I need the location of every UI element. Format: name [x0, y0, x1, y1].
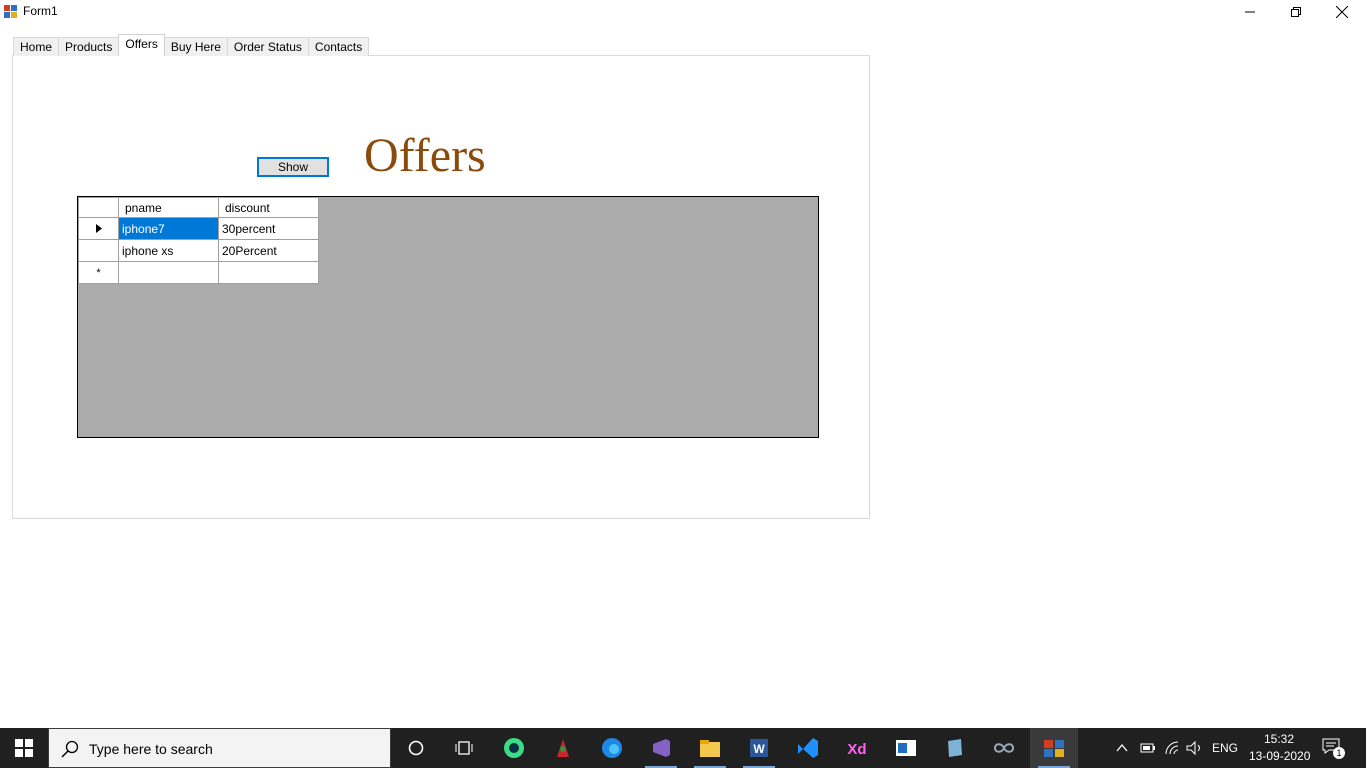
cell-pname[interactable]: iphone7	[118, 217, 219, 240]
app-infinity-taskbar-icon[interactable]	[980, 728, 1028, 768]
volume-icon[interactable]	[1186, 740, 1204, 756]
close-button[interactable]	[1319, 0, 1365, 24]
cortana-circle-icon	[408, 740, 424, 756]
task-view-button[interactable]	[440, 728, 488, 768]
form1-taskbar-icon[interactable]	[1030, 728, 1078, 768]
tab-contacts[interactable]: Contacts	[307, 37, 370, 56]
chevron-up-icon[interactable]	[1116, 742, 1128, 754]
clock-time[interactable]: 15:32	[1264, 732, 1294, 746]
cortana-button[interactable]	[392, 728, 440, 768]
edge-taskbar-icon[interactable]	[588, 728, 636, 768]
cell-discount-new[interactable]	[218, 261, 319, 284]
tab-products[interactable]: Products	[58, 37, 120, 56]
task-view-icon	[455, 741, 473, 755]
search-icon	[61, 740, 79, 758]
notification-center-button[interactable]: 1	[1322, 738, 1345, 759]
window-title: Form1	[23, 4, 58, 18]
clock-date[interactable]: 13-09-2020	[1249, 749, 1310, 763]
tab-buy-here[interactable]: Buy Here	[163, 37, 228, 56]
minimize-icon	[1245, 11, 1255, 13]
offers-data-grid[interactable]: pname discount iphone7 30percent iphone …	[77, 196, 819, 438]
visual-studio-taskbar-icon[interactable]	[637, 728, 685, 768]
column-header-discount[interactable]: discount	[218, 197, 319, 218]
close-icon	[1336, 6, 1348, 18]
language-indicator[interactable]: ENG	[1212, 741, 1238, 755]
windows-logo-icon	[15, 739, 33, 757]
row-header[interactable]	[78, 239, 119, 262]
svg-text:Xd: Xd	[847, 741, 866, 758]
search-placeholder: Type here to search	[89, 741, 213, 757]
taskbar-search-box[interactable]: Type here to search	[48, 728, 391, 768]
file-explorer-taskbar-icon[interactable]	[686, 728, 734, 768]
taskbar: Type here to search W Xd ENG 15:32 13-09…	[0, 728, 1366, 768]
svg-text:W: W	[753, 742, 765, 756]
tab-offers[interactable]: Offers	[118, 34, 165, 56]
vscode-taskbar-icon[interactable]	[784, 728, 832, 768]
cell-pname[interactable]: iphone xs	[118, 239, 219, 262]
cell-pname-new[interactable]	[118, 261, 219, 284]
cell-discount[interactable]: 30percent	[218, 217, 319, 240]
cell-discount[interactable]: 20Percent	[218, 239, 319, 262]
adobe-xd-taskbar-icon[interactable]: Xd	[833, 728, 881, 768]
show-button[interactable]: Show	[257, 157, 329, 177]
grid-table: pname discount iphone7 30percent iphone …	[78, 197, 319, 284]
window-titlebar: Form1	[0, 0, 1366, 24]
start-button[interactable]	[0, 728, 48, 768]
column-header-pname[interactable]: pname	[118, 197, 219, 218]
word-taskbar-icon[interactable]: W	[735, 728, 783, 768]
show-button-label: Show	[277, 160, 309, 174]
current-row-arrow-icon	[95, 223, 102, 233]
new-row[interactable]: *	[78, 261, 319, 284]
table-row[interactable]: iphone xs 20Percent	[78, 239, 319, 262]
restore-button[interactable]	[1273, 0, 1319, 24]
app-window-taskbar-icon[interactable]	[882, 728, 930, 768]
app-icon	[4, 5, 17, 18]
restore-icon	[1291, 7, 1301, 17]
new-row-indicator: *	[78, 261, 119, 284]
minimize-button[interactable]	[1227, 0, 1273, 24]
tab-strip: Home Products Offers Buy Here Order Stat…	[13, 34, 370, 56]
row-header-current[interactable]	[78, 217, 119, 240]
app-taskbar-icon[interactable]	[539, 728, 587, 768]
battery-icon[interactable]	[1140, 742, 1156, 754]
grid-corner-header[interactable]	[78, 197, 119, 218]
tab-home[interactable]: Home	[13, 37, 60, 56]
notepad-taskbar-icon[interactable]	[931, 728, 979, 768]
notification-count-badge: 1	[1333, 747, 1345, 759]
page-title: Offers	[364, 129, 486, 182]
android-studio-taskbar-icon[interactable]	[490, 728, 538, 768]
wifi-icon[interactable]	[1164, 740, 1180, 756]
tab-order-status[interactable]: Order Status	[226, 37, 309, 56]
table-row[interactable]: iphone7 30percent	[78, 217, 319, 240]
